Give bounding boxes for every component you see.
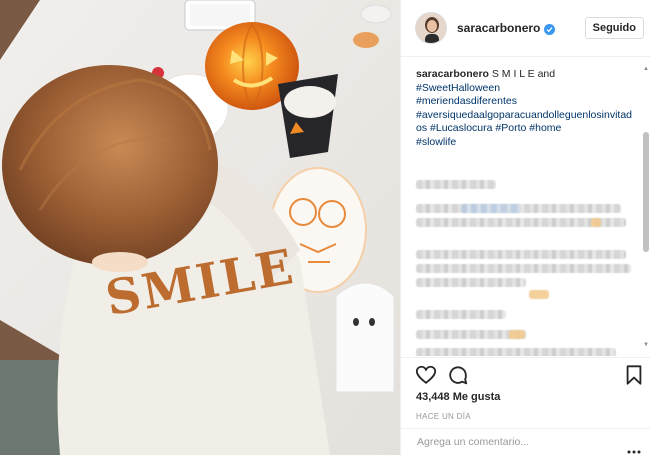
hashtag-link[interactable]: #slowlife bbox=[416, 136, 456, 148]
hashtag-link[interactable]: #SweetHalloween bbox=[416, 82, 500, 94]
comments-area: saracarbonero S M I L E and #SweetHallow… bbox=[401, 58, 650, 356]
follow-button[interactable]: Seguido bbox=[584, 17, 644, 39]
heart-icon[interactable] bbox=[415, 364, 437, 386]
scrollbar-thumb[interactable] bbox=[643, 132, 649, 252]
verified-badge-icon bbox=[544, 23, 556, 35]
hashtag-link[interactable]: #Porto bbox=[495, 122, 526, 134]
hashtag-link[interactable]: #meriendasdiferentes bbox=[416, 95, 517, 107]
blurred-comment bbox=[416, 310, 506, 319]
scroll-down-icon[interactable]: ▼ bbox=[643, 342, 649, 348]
blurred-comment bbox=[416, 180, 496, 189]
blurred-comment bbox=[591, 218, 601, 227]
comments-scrollbar[interactable]: ▲ ▼ bbox=[643, 66, 649, 348]
post-side-panel: saracarbonero Seguido saracarbonero S M … bbox=[400, 0, 650, 455]
speech-bubble-icon[interactable] bbox=[447, 364, 469, 386]
scroll-up-icon[interactable]: ▲ bbox=[643, 66, 649, 72]
blurred-comment bbox=[509, 330, 525, 339]
comment-input[interactable] bbox=[417, 436, 617, 448]
post-image bbox=[0, 0, 400, 455]
caption-text: S M I L E and bbox=[488, 68, 556, 80]
add-comment-bar bbox=[401, 428, 650, 455]
avatar[interactable] bbox=[415, 12, 447, 44]
more-options-icon[interactable] bbox=[627, 441, 641, 454]
post-timestamp: HACE UN DÍA bbox=[416, 412, 471, 421]
post-header: saracarbonero Seguido bbox=[401, 0, 650, 57]
hashtag-link[interactable]: #Lucaslocura bbox=[430, 122, 492, 134]
avatar-image bbox=[416, 13, 446, 43]
caption-username[interactable]: saracarbonero bbox=[416, 68, 489, 80]
blurred-comment bbox=[416, 278, 526, 287]
bookmark-icon[interactable] bbox=[623, 364, 645, 386]
post-photo[interactable]: SMILE bbox=[0, 0, 400, 455]
likes-count[interactable]: 43,448 Me gusta bbox=[416, 391, 500, 403]
blurred-comment bbox=[416, 264, 631, 273]
blurred-comment bbox=[416, 348, 616, 356]
hashtag-link[interactable]: #home bbox=[529, 122, 561, 134]
header-username[interactable]: saracarbonero bbox=[457, 21, 540, 35]
post-caption: saracarbonero S M I L E and #SweetHallow… bbox=[416, 68, 636, 149]
blurred-comment bbox=[461, 204, 521, 213]
blurred-comment bbox=[529, 290, 549, 299]
post-actions bbox=[401, 357, 650, 389]
blurred-comment bbox=[416, 250, 626, 259]
